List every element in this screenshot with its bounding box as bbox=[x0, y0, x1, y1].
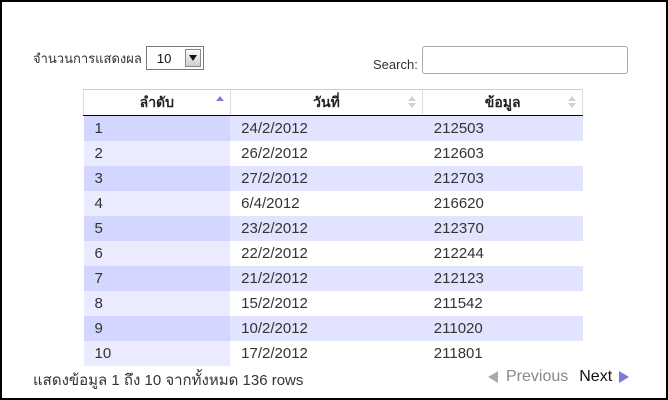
cell-rank: 4 bbox=[83, 190, 231, 216]
length-select-value: 10 bbox=[156, 51, 172, 66]
cell-date: 22/2/2012 bbox=[230, 240, 423, 266]
cell-data: 211020 bbox=[422, 315, 583, 341]
header-rank-label: ลำดับ bbox=[139, 93, 175, 110]
cell-date: 26/2/2012 bbox=[230, 140, 423, 166]
cell-date: 21/2/2012 bbox=[230, 265, 423, 291]
table-row: 4 6/4/2012 216620 bbox=[83, 190, 583, 216]
cell-date: 23/2/2012 bbox=[230, 215, 423, 241]
table-row: 7 21/2/2012 212123 bbox=[83, 265, 583, 291]
table-row: 1 24/2/2012 212503 bbox=[83, 115, 583, 141]
arrow-left-icon bbox=[488, 371, 498, 383]
sort-both-icon bbox=[408, 96, 417, 110]
search-input[interactable] bbox=[421, 46, 628, 74]
pagination: Previous Next bbox=[488, 368, 630, 386]
length-select[interactable]: 10 bbox=[145, 46, 204, 70]
table-info: แสดงข้อมูล 1 ถึง 10 จากทั้งหมด 136 rows bbox=[33, 372, 304, 389]
table-row: 9 10/2/2012 211020 bbox=[83, 315, 583, 341]
table-row: 2 26/2/2012 212603 bbox=[83, 140, 583, 166]
table-row: 6 22/2/2012 212244 bbox=[83, 240, 583, 266]
cell-data: 216620 bbox=[422, 190, 583, 216]
chevron-down-icon[interactable] bbox=[184, 49, 201, 67]
header-data[interactable]: ข้อมูล bbox=[422, 89, 583, 116]
data-table: ลำดับ วันที่ ข้อมูล 1 24/2/2012 212503 2… bbox=[83, 89, 583, 366]
header-date-label: วันที่ bbox=[313, 93, 340, 110]
cell-date: 6/4/2012 bbox=[230, 190, 423, 216]
next-label: Next bbox=[579, 368, 613, 385]
cell-data: 212370 bbox=[422, 215, 583, 241]
cell-rank: 3 bbox=[83, 165, 231, 191]
table-row: 5 23/2/2012 212370 bbox=[83, 215, 583, 241]
table-row: 8 15/2/2012 211542 bbox=[83, 290, 583, 316]
table-row: 3 27/2/2012 212703 bbox=[83, 165, 583, 191]
cell-rank: 8 bbox=[83, 290, 231, 316]
cell-data: 212603 bbox=[422, 140, 583, 166]
cell-rank: 7 bbox=[83, 265, 231, 291]
cell-rank: 9 bbox=[83, 315, 231, 341]
arrow-right-icon bbox=[619, 371, 630, 383]
search-label: Search: bbox=[373, 57, 418, 72]
next-button[interactable]: Next bbox=[579, 368, 630, 386]
header-data-label: ข้อมูล bbox=[484, 93, 521, 110]
cell-data: 211542 bbox=[422, 290, 583, 316]
search-control: Search: bbox=[373, 46, 628, 74]
cell-date: 17/2/2012 bbox=[230, 340, 423, 366]
length-label: จำนวนการแสดงผล bbox=[33, 50, 142, 66]
table-header-row: ลำดับ วันที่ ข้อมูล bbox=[83, 89, 583, 116]
cell-rank: 2 bbox=[83, 140, 231, 166]
cell-rank: 1 bbox=[83, 115, 231, 141]
header-date[interactable]: วันที่ bbox=[229, 89, 424, 116]
length-control: จำนวนการแสดงผล 10 bbox=[33, 46, 204, 70]
cell-rank: 10 bbox=[83, 340, 231, 366]
cell-data: 212703 bbox=[422, 165, 583, 191]
cell-date: 10/2/2012 bbox=[230, 315, 423, 341]
cell-rank: 5 bbox=[83, 215, 231, 241]
header-rank[interactable]: ลำดับ bbox=[83, 89, 231, 116]
cell-date: 27/2/2012 bbox=[230, 165, 423, 191]
previous-button[interactable]: Previous bbox=[488, 368, 568, 386]
cell-data: 212503 bbox=[422, 115, 583, 141]
cell-date: 24/2/2012 bbox=[230, 115, 423, 141]
table-row: 10 17/2/2012 211801 bbox=[83, 340, 583, 366]
window-frame: จำนวนการแสดงผล 10 Search: ลำดับ วันที่ ข… bbox=[0, 0, 668, 400]
cell-data: 212244 bbox=[422, 240, 583, 266]
sort-both-icon bbox=[568, 96, 576, 110]
cell-rank: 6 bbox=[83, 240, 231, 266]
cell-data: 212123 bbox=[422, 265, 583, 291]
sort-ascending-icon bbox=[215, 96, 224, 110]
cell-date: 15/2/2012 bbox=[230, 290, 423, 316]
previous-label: Previous bbox=[506, 368, 569, 385]
cell-data: 211801 bbox=[422, 340, 583, 366]
